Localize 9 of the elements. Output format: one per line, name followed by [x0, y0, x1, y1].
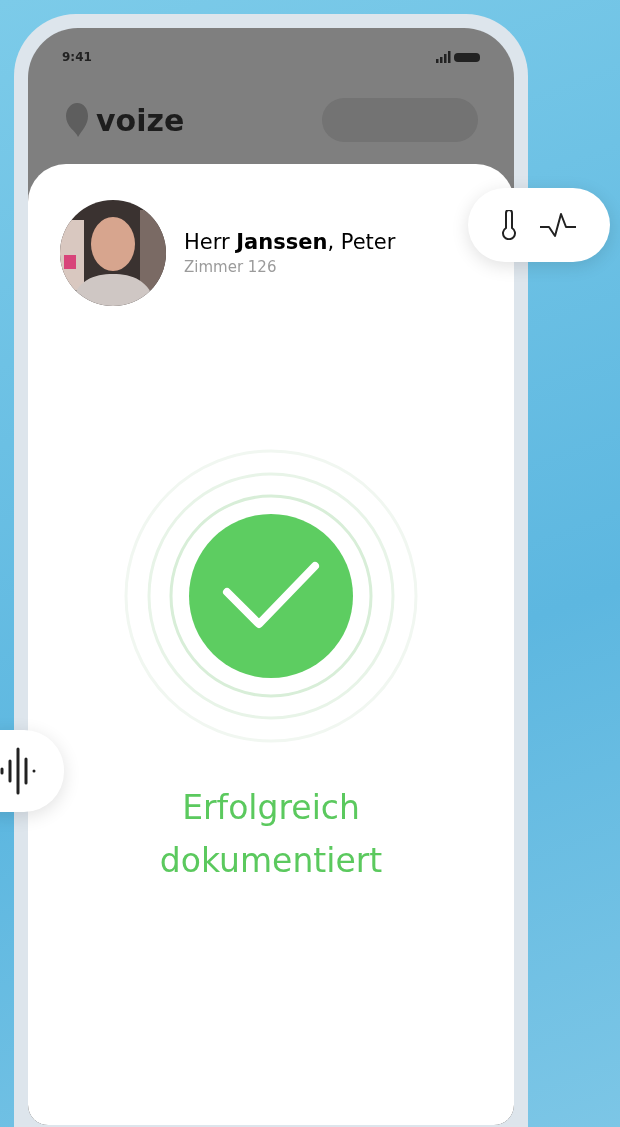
success-message: Erfolgreich dokumentiert	[158, 787, 384, 882]
logo-icon	[66, 103, 88, 137]
status-time: 9:41	[62, 50, 92, 64]
room-number: Zimmer 126	[184, 258, 278, 276]
patient-name: Herr Janssen, Peter	[184, 230, 396, 254]
logo-text: voize	[96, 102, 185, 138]
thermometer-icon[interactable]	[501, 210, 517, 240]
signal-battery-icon	[436, 51, 480, 63]
heartbeat-icon[interactable]	[539, 212, 577, 238]
